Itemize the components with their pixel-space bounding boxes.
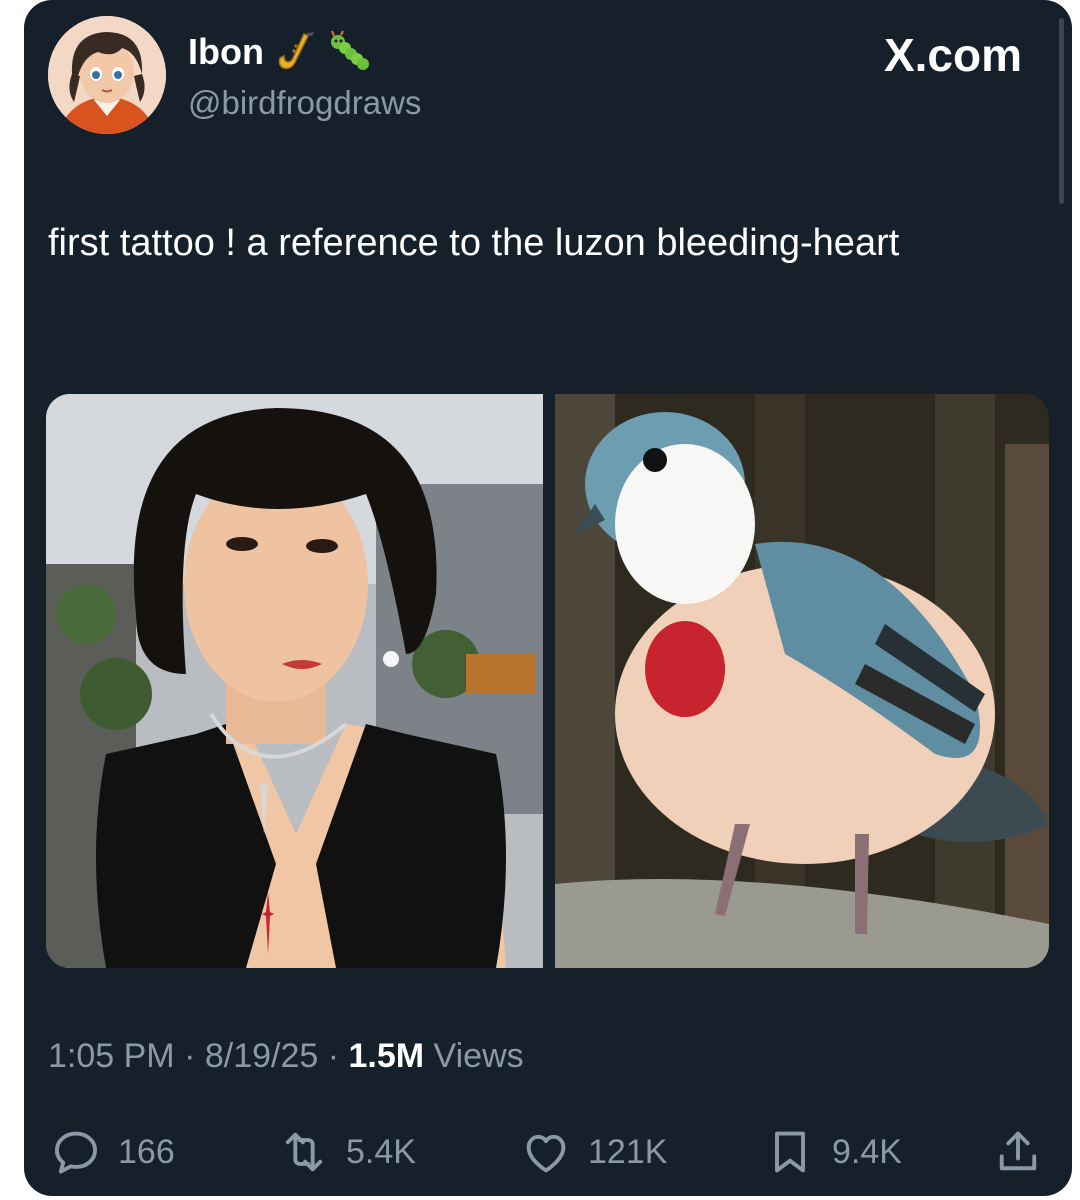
reply-button[interactable]: 166 [50, 1112, 175, 1192]
woman-photo-illustration [46, 394, 543, 968]
display-name[interactable]: Ibon [188, 32, 264, 72]
views-label: Views [424, 1037, 524, 1075]
author-name-row[interactable]: Ibon [188, 30, 372, 74]
action-bar: 166 5.4K 121K 9.4K [24, 1112, 1072, 1192]
repost-count: 5.4K [346, 1132, 416, 1171]
scrollbar[interactable] [1059, 18, 1064, 204]
dove-photo-illustration [555, 394, 1049, 968]
bookmark-count: 9.4K [832, 1132, 902, 1171]
tweet-date[interactable]: 8/19/25 [205, 1037, 318, 1075]
heart-icon [526, 1134, 566, 1173]
like-button[interactable]: 121K [520, 1112, 667, 1192]
avatar-illustration [48, 16, 166, 134]
photo-luzon-bleeding-heart-dove[interactable] [555, 394, 1049, 968]
tweet-time[interactable]: 1:05 PM [48, 1037, 175, 1075]
share-button[interactable] [992, 1112, 1044, 1192]
like-count: 121K [588, 1132, 668, 1171]
tweet-text: first tattoo ! a reference to the luzon … [48, 222, 900, 264]
caterpillar-icon [328, 30, 372, 74]
share-icon [999, 1131, 1037, 1171]
reply-icon [54, 1131, 98, 1174]
repost-icon [285, 1132, 323, 1172]
reply-count: 166 [118, 1132, 175, 1171]
author-handle[interactable]: @birdfrogdraws [188, 84, 421, 122]
tweet-meta: 1:05 PM · 8/19/25 · 1.5M Views [48, 1034, 524, 1078]
photo-woman-tattoo[interactable] [46, 394, 543, 968]
meta-separator: · [174, 1037, 205, 1075]
tweet-card: Ibon @birdfrogdraws X.com first tattoo !… [24, 0, 1072, 1196]
meta-separator: · [318, 1037, 349, 1075]
bookmark-button[interactable]: 9.4K [764, 1112, 902, 1192]
views-count: 1.5M [348, 1037, 425, 1075]
site-logo: X.com [883, 29, 1022, 81]
bookmark-icon [775, 1131, 805, 1173]
repost-button[interactable]: 5.4K [278, 1112, 416, 1192]
avatar[interactable] [48, 16, 166, 134]
saxophone-icon [274, 30, 318, 74]
